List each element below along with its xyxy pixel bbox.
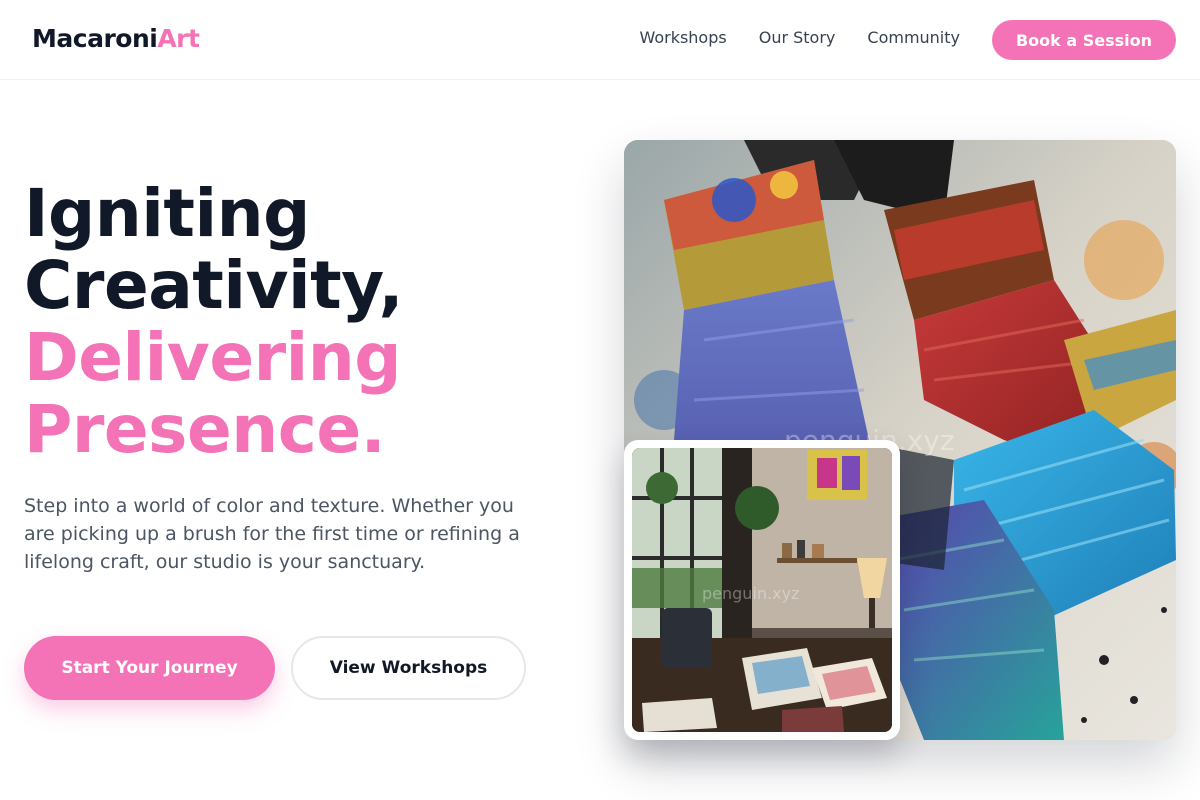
nav-link-community[interactable]: Community bbox=[867, 28, 960, 47]
headline-line-4: Presence. bbox=[24, 391, 386, 468]
view-workshops-button[interactable]: View Workshops bbox=[291, 636, 526, 700]
hero-headline: Igniting Creativity, Delivering Presence… bbox=[24, 178, 584, 466]
inset-photo-watermark: penguin.xyz bbox=[702, 584, 800, 603]
start-journey-button[interactable]: Start Your Journey bbox=[24, 636, 275, 700]
logo-text-accent: Art bbox=[157, 24, 200, 53]
logo[interactable]: MacaroniArt bbox=[32, 24, 200, 53]
nav-link-workshops[interactable]: Workshops bbox=[639, 28, 726, 47]
nav-link-our-story[interactable]: Our Story bbox=[759, 28, 836, 47]
hero-lead-text: Step into a world of color and texture. … bbox=[24, 495, 520, 573]
headline-line-2: Creativity, bbox=[24, 247, 404, 324]
top-nav: MacaroniArt Workshops Our Story Communit… bbox=[0, 0, 1200, 80]
studio-photo-card: penguin.xyz bbox=[624, 440, 900, 740]
headline-line-3: Delivering bbox=[24, 319, 401, 396]
logo-text-main: Macaroni bbox=[32, 24, 158, 53]
headline-line-1: Igniting bbox=[24, 175, 310, 252]
art-studio-photo: penguin.xyz bbox=[632, 448, 892, 732]
nav-links: Workshops Our Story Community bbox=[639, 28, 960, 47]
book-session-button[interactable]: Book a Session bbox=[992, 20, 1176, 60]
